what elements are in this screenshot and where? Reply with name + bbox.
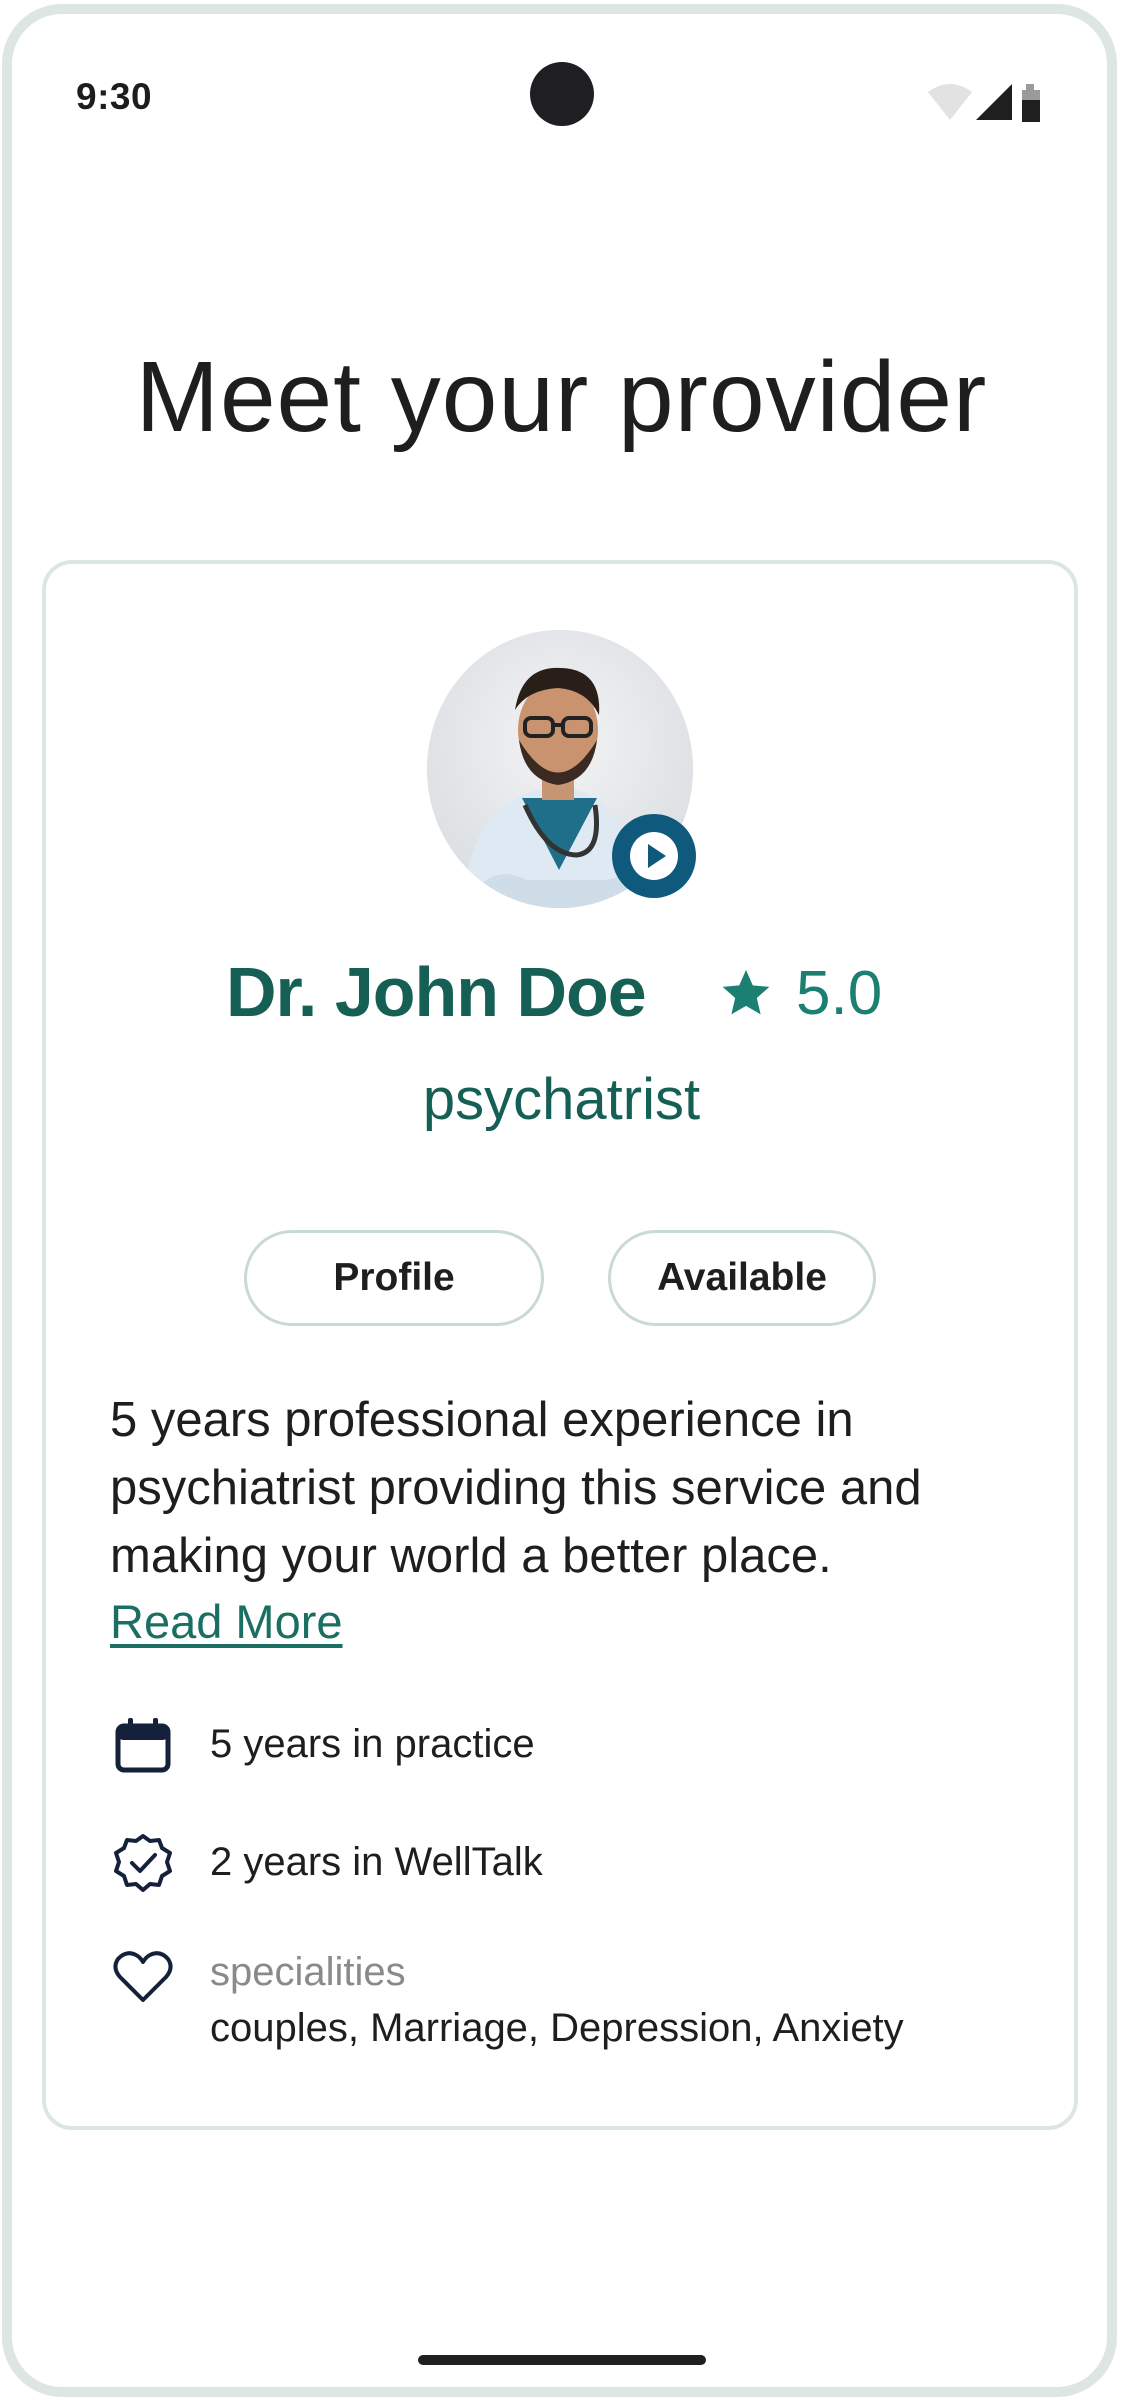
heart-icon [113, 1951, 173, 2002]
read-more-link[interactable]: Read More [110, 1594, 343, 1649]
provider-bio: 5 years professional experience in psych… [110, 1393, 922, 1583]
practice-years-row: 5 years in practice [110, 1712, 1010, 1782]
page-title: Meet your provider [135, 341, 988, 453]
home-indicator[interactable] [418, 2355, 706, 2365]
status-icons [926, 80, 1046, 124]
verified-badge-icon [114, 1834, 172, 1892]
practice-years-text: 5 years in practice [210, 1722, 535, 1766]
provider-name: Dr. John Doe [226, 953, 647, 1031]
play-video-button[interactable] [612, 814, 696, 898]
camera-cutout [530, 62, 594, 126]
available-button[interactable]: Available [608, 1230, 876, 1326]
welltalk-years-row: 2 years in WellTalk [110, 1830, 1010, 1900]
calendar-icon [115, 1718, 171, 1773]
wifi-icon [928, 84, 972, 120]
rating-value: 5.0 [796, 959, 883, 1028]
status-time: 9:30 [76, 76, 153, 117]
cell-signal-icon [976, 84, 1012, 120]
profile-button[interactable]: Profile [244, 1230, 544, 1326]
specialities-value: couples, Marriage, Depression, Anxiety [210, 2006, 904, 2050]
specialities-row: specialities couples, Marriage, Depressi… [110, 1944, 1010, 2064]
specialities-label: specialities [210, 1950, 406, 1994]
battery-icon [1022, 84, 1040, 122]
star-icon [722, 970, 770, 1015]
provider-role: psychatrist [422, 1067, 701, 1132]
welltalk-years-text: 2 years in WellTalk [210, 1840, 543, 1884]
